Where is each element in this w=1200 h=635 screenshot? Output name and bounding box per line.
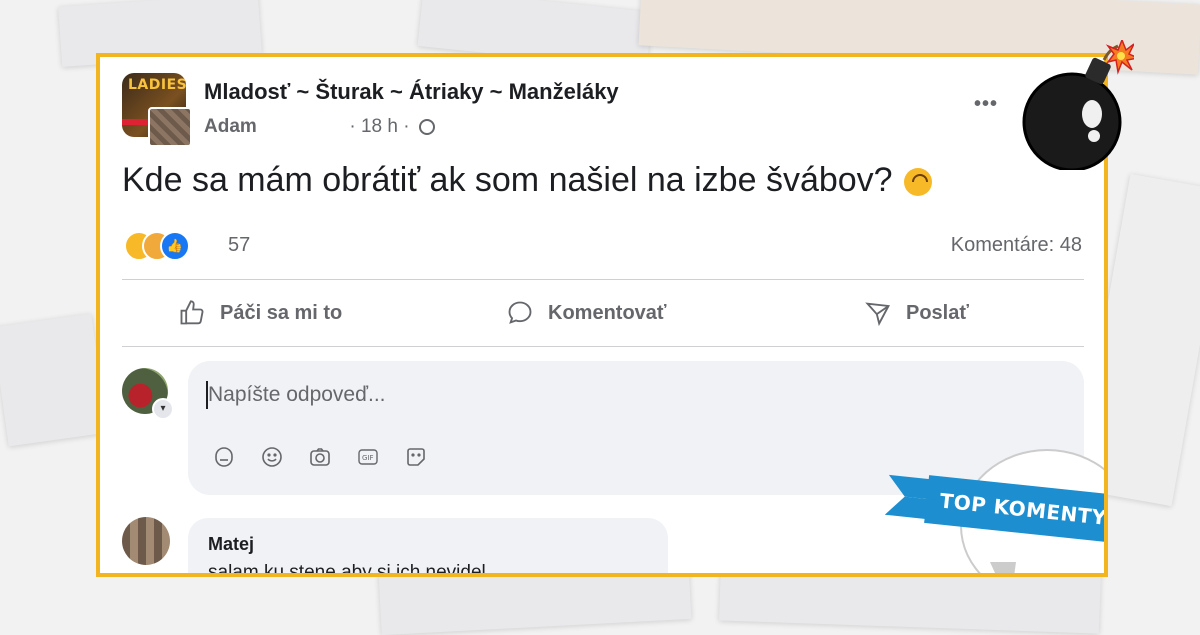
smiley-icon[interactable] [260,445,284,469]
group-logo-text: LADIES [128,77,186,93]
author-avatar[interactable] [148,107,192,147]
camera-icon[interactable] [308,445,332,469]
post-meta: Adam · 18 h · [204,116,435,138]
comments-count[interactable]: Komentáre: 48 [951,234,1082,257]
like-label: Páči sa mi to [220,301,343,324]
comment-button[interactable]: Komentovať [506,293,667,333]
avatar-sticker-icon[interactable] [212,445,236,469]
thumbs-up-icon [180,300,204,325]
commenter-avatar[interactable] [122,517,170,565]
post-screenshot-frame: LADIES Mladosť ~ Šturak ~ Átriaky ~ Manž… [96,53,1108,577]
sticker-icon[interactable] [404,445,428,469]
speech-bubble-icon [508,301,532,324]
globe-icon [418,118,435,135]
comment-text: salam ku stene aby si ich nevidel [208,562,486,577]
author-name[interactable]: Adam [204,116,257,137]
group-name[interactable]: Mladosť ~ Šturak ~ Átriaky ~ Manželáky [204,79,619,105]
chevron-down-icon[interactable]: ▾ [152,398,174,420]
redacted-name [268,126,338,128]
reply-input[interactable]: Napíšte odpoveď... [208,383,386,407]
divider [122,346,1084,347]
like-button[interactable]: Páči sa mi to [178,293,342,333]
reply-composer[interactable]: Napíšte odpoveď... GIF [188,361,1084,495]
svg-text:GIF: GIF [362,454,374,462]
gif-icon[interactable]: GIF [356,445,380,469]
like-reaction-icon: 👍 [160,231,190,261]
badge-bubble-tail [990,562,1016,573]
post-text: Kde sa mám obrátiť ak som našiel na izbe… [122,161,933,200]
comment-author[interactable]: Matej [208,534,254,555]
share-button[interactable]: Poslať [864,293,969,333]
current-user-avatar[interactable]: ▾ [122,368,174,420]
more-dots-icon[interactable]: ••• [974,93,998,116]
post-time[interactable]: · 18 h · [349,116,409,137]
background-card [0,313,108,447]
comment-label: Komentovať [548,301,667,324]
bomb-icon [1022,40,1134,170]
share-label: Poslať [906,301,969,324]
comment-bubble: Matej salam ku stene aby si ich nevidel [188,518,668,577]
reaction-count[interactable]: 57 [228,234,250,257]
post-body: Kde sa mám obrátiť ak som našiel na izbe… [122,161,893,199]
upside-down-face-icon [904,168,933,197]
divider [122,279,1084,280]
send-icon [865,302,890,327]
